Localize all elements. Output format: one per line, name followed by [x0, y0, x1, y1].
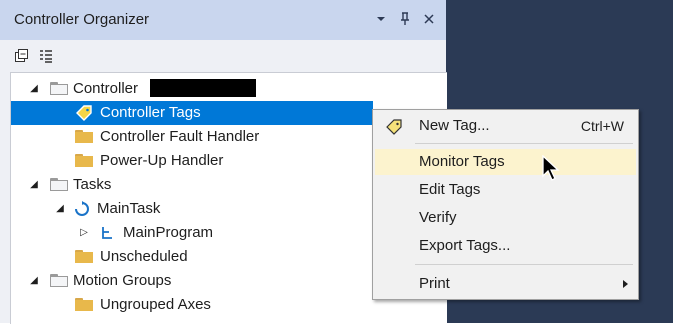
- tree-item-unscheduled[interactable]: Unscheduled: [11, 245, 411, 269]
- tree-item-controller-fault-handler[interactable]: Controller Fault Handler: [11, 125, 411, 149]
- tree-item-label: Tasks: [73, 176, 112, 193]
- show-details-icon[interactable]: [38, 48, 54, 64]
- folder-icon: [75, 154, 93, 167]
- menu-separator: [415, 264, 633, 265]
- tree-item-label: MainTask: [97, 200, 161, 217]
- tag-icon: [385, 118, 403, 135]
- tree-item-power-up-handler[interactable]: Power-Up Handler: [11, 149, 411, 173]
- menu-item-edit-tags[interactable]: Edit Tags: [375, 177, 636, 203]
- folder-open-icon: [50, 274, 68, 287]
- program-icon: [99, 225, 115, 241]
- menu-item-label: Export Tags...: [419, 237, 511, 254]
- menu-item-label: Edit Tags: [419, 181, 481, 198]
- tree-item-controller-tags[interactable]: Controller Tags: [11, 101, 373, 125]
- menu-item-label: Verify: [419, 209, 457, 226]
- menu-item-monitor-tags[interactable]: Monitor Tags: [375, 149, 636, 175]
- tree-item-label: Ungrouped Axes: [100, 296, 211, 313]
- menu-item-export-tags[interactable]: Export Tags...: [375, 233, 636, 259]
- menu-item-label: Print: [419, 275, 450, 292]
- tree-item-label: Power-Up Handler: [100, 152, 224, 169]
- menu-item-label: Monitor Tags: [419, 153, 505, 170]
- menu-item-label: New Tag...: [419, 117, 490, 134]
- redacted-name: [150, 79, 256, 97]
- tree-item-label: Controller Tags: [100, 104, 201, 121]
- tree-item-tasks[interactable]: ◢ Tasks: [11, 173, 411, 197]
- tree-item-label: MainProgram: [123, 224, 214, 241]
- menu-item-verify[interactable]: Verify: [375, 205, 636, 231]
- menu-item-print[interactable]: Print: [375, 271, 636, 297]
- collapse-all-icon[interactable]: [14, 48, 30, 64]
- task-cycle-icon: [73, 201, 91, 217]
- tag-icon: [75, 105, 93, 121]
- close-icon[interactable]: [420, 9, 438, 29]
- panel-titlebar: Controller Organizer: [0, 0, 446, 40]
- menu-separator: [415, 143, 633, 144]
- mouse-cursor-icon: [541, 154, 563, 183]
- tree-item-mainprogram[interactable]: ▷ MainProgram: [11, 221, 411, 245]
- expanded-arrow-icon[interactable]: ◢: [29, 77, 39, 101]
- pin-icon[interactable]: [396, 9, 414, 29]
- expanded-arrow-icon[interactable]: ◢: [29, 173, 39, 197]
- tree-item-label: Controller Fault Handler: [100, 128, 260, 145]
- menu-item-shortcut: Ctrl+W: [580, 118, 624, 134]
- tree-item-maintask[interactable]: ◢ MainTask: [11, 197, 411, 221]
- expanded-arrow-icon[interactable]: ◢: [29, 269, 39, 293]
- folder-open-icon: [50, 178, 68, 191]
- tree-item-label: Unscheduled: [100, 248, 188, 265]
- context-menu: New Tag... Ctrl+W Monitor Tags Edit Tags…: [372, 109, 639, 300]
- tree-item-ungrouped-axes[interactable]: Ungrouped Axes: [11, 293, 411, 317]
- folder-icon: [75, 130, 93, 143]
- chevron-down-icon[interactable]: [372, 9, 390, 29]
- tree-item-label: Motion Groups: [73, 272, 172, 289]
- folder-icon: [75, 298, 93, 311]
- collapsed-arrow-icon[interactable]: ▷: [79, 221, 89, 245]
- folder-icon: [75, 250, 93, 263]
- tree-item-motion-groups[interactable]: ◢ Motion Groups: [11, 269, 411, 293]
- menu-item-new-tag[interactable]: New Tag... Ctrl+W: [375, 113, 636, 139]
- panel-title: Controller Organizer: [14, 11, 150, 28]
- expanded-arrow-icon[interactable]: ◢: [55, 197, 65, 221]
- folder-open-icon: [50, 82, 68, 95]
- panel-toolbar: [0, 40, 446, 72]
- submenu-arrow-icon: [623, 280, 628, 288]
- tree-item-label: Controller: [73, 80, 139, 97]
